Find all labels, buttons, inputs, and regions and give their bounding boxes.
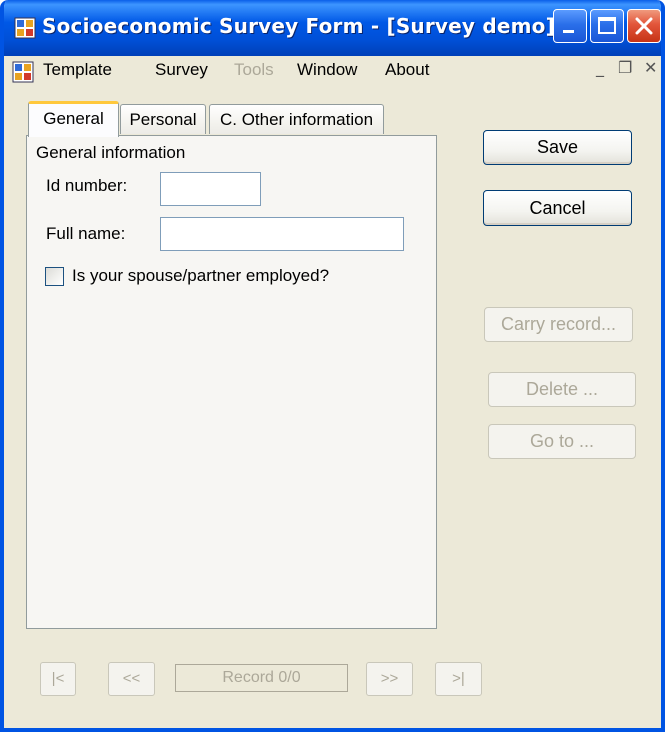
cancel-button[interactable]: Cancel — [483, 190, 632, 226]
menu-about[interactable]: About — [385, 60, 429, 80]
menu-template[interactable]: Template — [43, 60, 112, 80]
spouse-employed-checkbox[interactable] — [45, 267, 64, 286]
full-name-input[interactable] — [160, 217, 404, 251]
document-icon[interactable] — [12, 61, 34, 83]
app-icon — [14, 17, 36, 39]
mdi-close-icon[interactable]: ✕ — [644, 58, 657, 77]
next-record-button[interactable]: >> — [366, 662, 413, 696]
tab-personal[interactable]: Personal — [120, 104, 206, 134]
menu-survey[interactable]: Survey — [155, 60, 208, 80]
carry-record-button[interactable]: Carry record... — [484, 307, 633, 342]
title-bar[interactable]: Socioeconomic Survey Form - [Survey demo… — [4, 0, 661, 56]
tab-other-information[interactable]: C. Other information — [209, 104, 384, 134]
record-counter: Record 0/0 — [175, 664, 348, 692]
menu-window[interactable]: Window — [297, 60, 357, 80]
previous-record-button[interactable]: << — [108, 662, 155, 696]
general-tab-panel — [26, 135, 437, 629]
window-title: Socioeconomic Survey Form - [Survey demo… — [42, 14, 555, 38]
mdi-minimize-icon[interactable]: _ — [596, 58, 604, 77]
menu-tools: Tools — [234, 60, 274, 79]
mdi-restore-icon[interactable]: ❐ — [618, 58, 632, 77]
first-record-button[interactable]: |< — [40, 662, 76, 696]
maximize-icon — [598, 17, 616, 34]
save-button[interactable]: Save — [483, 130, 632, 165]
full-name-label: Full name: — [46, 224, 126, 243]
menu-bar: Template Survey Tools Window About — [4, 56, 661, 88]
id-number-label: Id number: — [46, 176, 128, 195]
go-to-button[interactable]: Go to ... — [488, 424, 636, 459]
minimize-button[interactable] — [553, 9, 587, 43]
close-button[interactable] — [627, 9, 661, 43]
group-title: General information — [36, 143, 186, 162]
tab-general[interactable]: General — [28, 101, 119, 137]
spouse-employed-label[interactable]: Is your spouse/partner employed? — [72, 266, 329, 286]
id-number-input[interactable] — [160, 172, 261, 206]
delete-button[interactable]: Delete ... — [488, 372, 636, 407]
app-window: Socioeconomic Survey Form - [Survey demo… — [0, 0, 665, 732]
minimize-icon — [563, 30, 574, 33]
close-icon — [635, 17, 653, 35]
maximize-button[interactable] — [590, 9, 624, 43]
last-record-button[interactable]: >| — [435, 662, 482, 696]
